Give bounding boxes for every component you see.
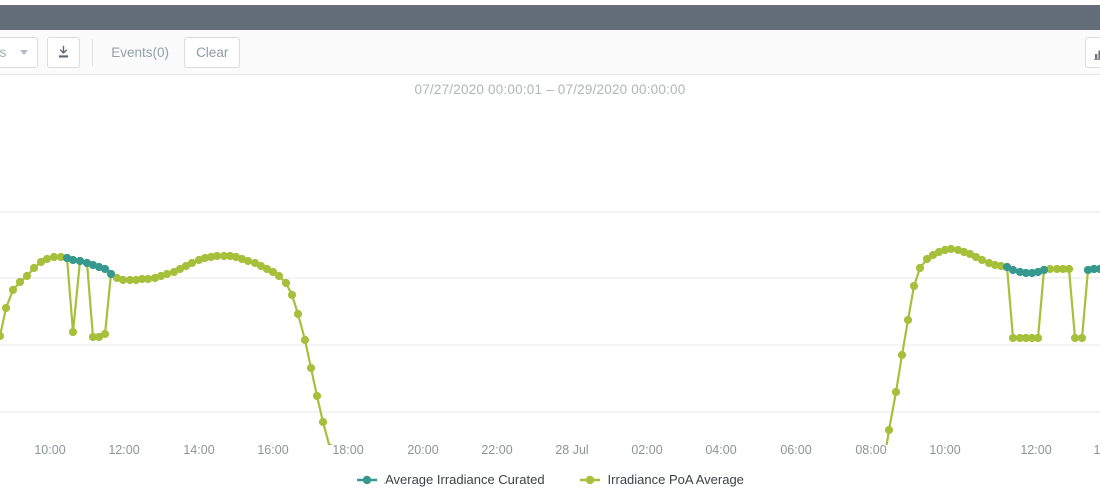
series-point[interactable] (1070, 333, 1080, 343)
series-point[interactable] (909, 281, 919, 291)
bar-chart-icon (1093, 50, 1100, 60)
x-axis-tick-label: 10:00 (929, 443, 961, 457)
series-point[interactable] (306, 363, 316, 373)
settings-dropdown-label: ttings (0, 45, 7, 60)
series-point[interactable] (300, 335, 310, 345)
series-point[interactable] (891, 387, 901, 397)
settings-dropdown[interactable]: ttings (0, 37, 39, 68)
series-point[interactable] (15, 277, 25, 287)
legend-marker-poa-icon (579, 475, 600, 484)
x-axis-tick-label: 12:00 (108, 443, 140, 457)
series-point[interactable] (22, 271, 32, 281)
x-axis-tick-label: 18:00 (332, 443, 364, 457)
series-point[interactable] (287, 290, 297, 300)
chart-toolbar: ttings Events(0) Clear (0, 30, 1100, 75)
x-axis-tick-label: 12:00 (1020, 443, 1052, 457)
chart-type-button[interactable] (1085, 37, 1100, 68)
x-axis-tick-label: 04:00 (705, 443, 737, 457)
series-point[interactable] (318, 417, 328, 427)
x-axis-tick-label: 10:00 (34, 443, 66, 457)
series-point[interactable] (143, 274, 153, 284)
irradiance-line-chart[interactable] (0, 100, 1100, 445)
series-point[interactable] (162, 269, 172, 279)
series-point[interactable] (68, 327, 78, 337)
events-button[interactable]: Events(0) (105, 45, 175, 60)
toolbar-left-group: ttings Events(0) Clear (0, 37, 241, 68)
x-axis-tick-label: 28 Jul (555, 443, 589, 457)
series-point[interactable] (884, 425, 894, 435)
series-point[interactable] (1064, 264, 1074, 274)
x-axis-tick-label: 14:00 (183, 443, 215, 457)
series-point[interactable] (897, 350, 907, 360)
series-point[interactable] (75, 256, 85, 266)
series-point[interactable] (212, 251, 222, 261)
x-axis-tick-label: 08:00 (855, 443, 887, 457)
series-point[interactable] (68, 255, 78, 265)
download-button[interactable] (47, 37, 81, 68)
series-point[interactable] (1077, 333, 1087, 343)
series-point[interactable] (274, 271, 284, 281)
legend-marker-curated-icon (357, 475, 378, 484)
toolbar-divider (92, 39, 94, 66)
download-icon (59, 45, 69, 58)
series-point[interactable] (243, 256, 253, 266)
series-point[interactable] (1008, 265, 1018, 275)
series-point[interactable] (0, 331, 5, 341)
x-axis-tick-label: 20:00 (407, 443, 439, 457)
series-point[interactable] (29, 263, 39, 273)
app-header-bar (0, 5, 1100, 30)
series-point[interactable] (187, 258, 197, 268)
series-point[interactable] (118, 275, 128, 285)
chart-plot-area[interactable] (0, 100, 1100, 445)
series-point[interactable] (281, 278, 291, 288)
series-point[interactable] (106, 269, 116, 279)
legend-label-poa: Irradiance PoA Average (607, 472, 744, 487)
chart-x-axis: 10:00 12:00 14:00 16:00 18:00 20:00 22:00 28 Ju… (0, 443, 1100, 465)
series-point[interactable] (1033, 333, 1043, 343)
series-point[interactable] (977, 255, 987, 265)
chart-gridlines (0, 211, 1100, 413)
legend-label-curated: Average Irradiance Curated (385, 472, 545, 487)
chart-range-title: 07/27/2020 00:00:01 – 07/29/2020 00:00:0… (414, 82, 686, 97)
series-point[interactable] (293, 309, 303, 319)
x-axis-tick-label: 1 (1093, 443, 1100, 457)
series-point[interactable] (42, 254, 52, 264)
legend-decorative-dot (384, 482, 386, 484)
series-point[interactable] (903, 315, 913, 325)
x-axis-tick-label: 22:00 (481, 443, 513, 457)
legend-item-poa[interactable]: Irradiance PoA Average (579, 472, 744, 487)
legend-item-curated[interactable]: Average Irradiance Curated (356, 472, 545, 487)
toolbar-right-group (1085, 37, 1100, 68)
series-point[interactable] (915, 263, 925, 273)
series-point[interactable] (1, 303, 11, 313)
x-axis-tick-label: 06:00 (780, 443, 812, 457)
series-point[interactable] (8, 285, 18, 295)
series-point[interactable] (312, 391, 322, 401)
series-point[interactable] (946, 244, 956, 254)
series-point[interactable] (49, 252, 59, 262)
chevron-down-icon (20, 50, 29, 55)
clear-button[interactable]: Clear (184, 37, 241, 68)
x-axis-tick-label: 02:00 (631, 443, 663, 457)
chart-legend: Average Irradiance Curated Irradiance Po… (0, 472, 1100, 487)
series-point[interactable] (100, 329, 110, 339)
series-point[interactable] (1008, 333, 1018, 343)
x-axis-tick-label: 16:00 (257, 443, 289, 457)
series-point[interactable] (1039, 265, 1049, 275)
